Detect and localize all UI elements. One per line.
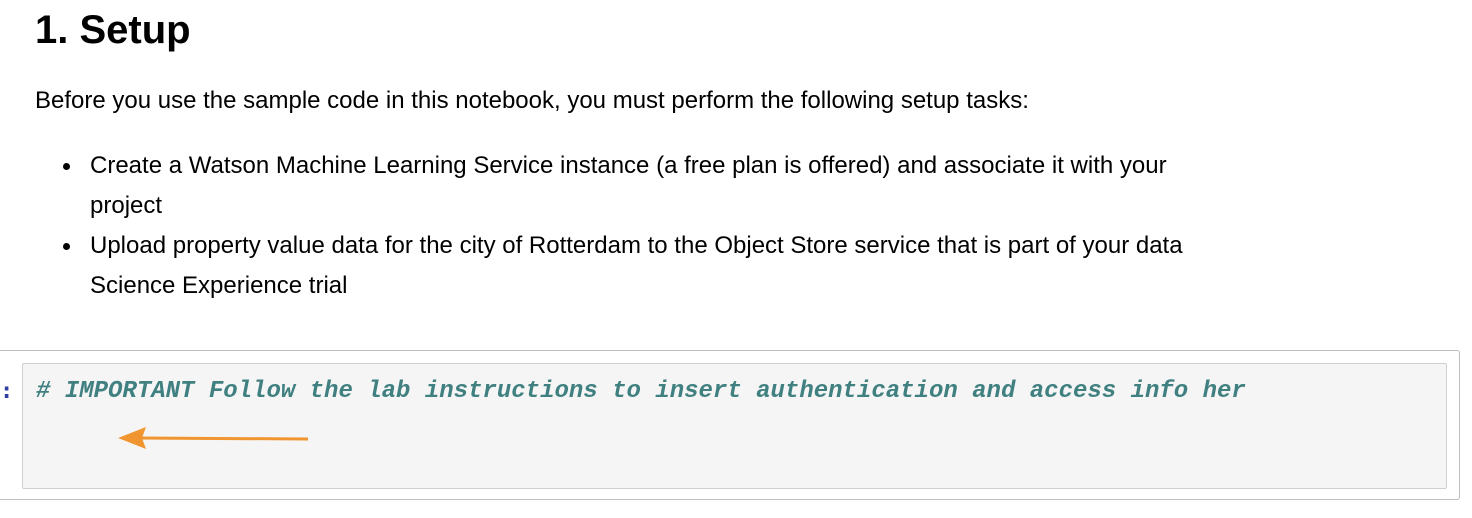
- section-heading: 1. Setup: [35, 8, 191, 52]
- code-editor[interactable]: # IMPORTANT Follow the lab instructions …: [22, 363, 1447, 489]
- bullet-icon: [63, 163, 70, 170]
- list-item: Create a Watson Machine Learning Service…: [63, 146, 1420, 226]
- intro-paragraph: Before you use the sample code in this n…: [35, 87, 1029, 114]
- code-cell[interactable]: : # IMPORTANT Follow the lab instruction…: [0, 350, 1460, 500]
- task-text-line: project: [90, 192, 163, 219]
- setup-task-list: Create a Watson Machine Learning Service…: [63, 146, 1420, 306]
- task-text-line: Create a Watson Machine Learning Service…: [90, 152, 1167, 179]
- list-item: Upload property value data for the city …: [63, 226, 1420, 306]
- bullet-icon: [63, 243, 70, 250]
- task-text-line: Upload property value data for the city …: [90, 232, 1183, 259]
- task-text-line: Science Experience trial: [90, 272, 348, 299]
- input-prompt: :: [0, 379, 14, 404]
- code-comment-line[interactable]: # IMPORTANT Follow the lab instructions …: [36, 377, 1246, 407]
- arrow-left-icon: [118, 427, 308, 449]
- markdown-cell[interactable]: 1. Setup Before you use the sample code …: [0, 0, 1472, 340]
